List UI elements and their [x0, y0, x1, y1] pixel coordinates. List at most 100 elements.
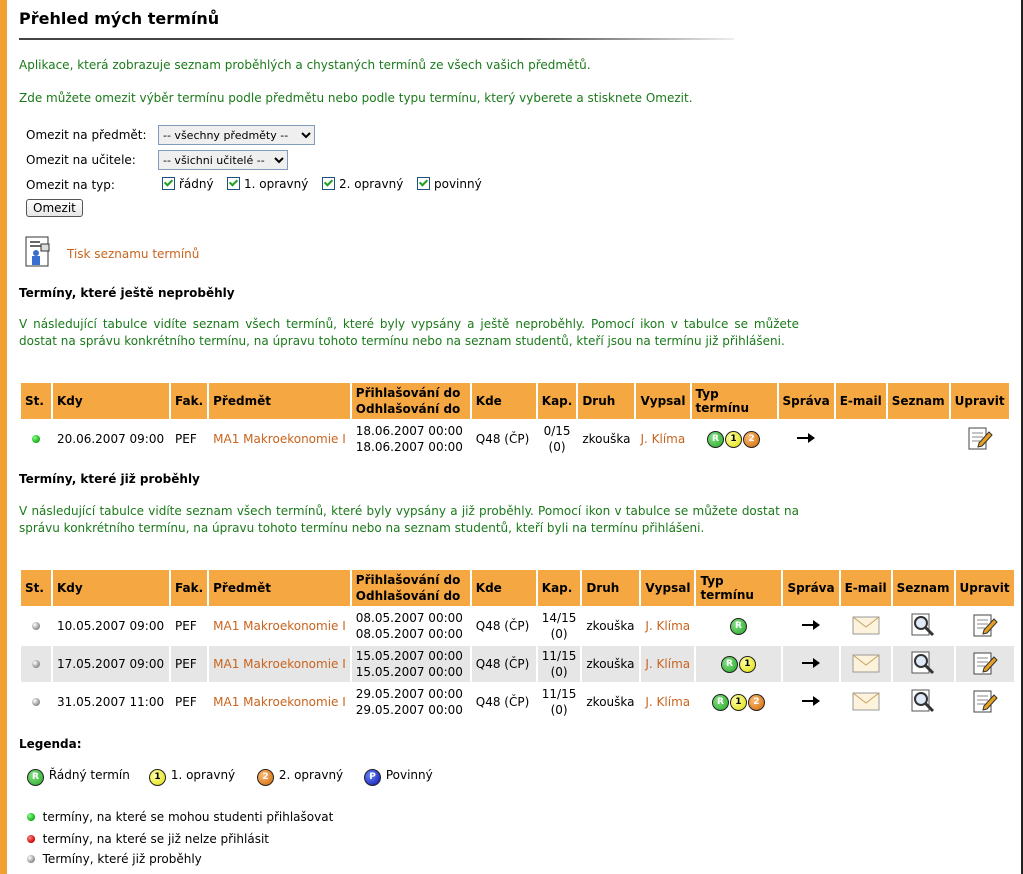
cell-edit — [951, 421, 1009, 457]
col-where: Kde — [471, 383, 536, 419]
edit-note-icon[interactable] — [972, 650, 998, 676]
checkbox-checked-icon[interactable] — [162, 177, 175, 190]
filter-button[interactable]: Omezit — [26, 199, 83, 217]
magnifier-icon[interactable] — [910, 650, 936, 676]
table-row: 31.05.2007 11:00 PEF MA1 Makroekonomie I… — [21, 684, 1014, 720]
envelope-icon[interactable] — [852, 652, 880, 674]
checkbox-checked-icon[interactable] — [322, 177, 335, 190]
upcoming-description: V následující tabulce vidíte seznam všec… — [19, 317, 799, 348]
intro-text-1: Aplikace, která zobrazuje seznam proběhl… — [19, 58, 591, 72]
intro-text-2: Zde můžete omezit výběr termínu podle př… — [19, 91, 693, 105]
type-second-retake-icon: 2 — [257, 769, 274, 786]
printer-person-icon[interactable] — [25, 236, 52, 268]
grey-dot-icon — [32, 622, 40, 630]
subject-link[interactable]: MA1 Makroekonomie I — [209, 646, 350, 682]
title-divider — [19, 38, 734, 40]
subject-select[interactable]: -- všechny předměty -- — [158, 125, 315, 145]
col-manage: Správa — [783, 570, 839, 606]
subject-link[interactable]: MA1 Makroekonomie I — [209, 421, 350, 457]
red-dot-icon — [27, 835, 35, 843]
type-first-retake-icon: 1 — [149, 769, 166, 786]
author-link[interactable]: J. Klíma — [641, 646, 695, 682]
col-status: St. — [21, 570, 51, 606]
green-dot-icon — [32, 435, 40, 443]
cell-when: 17.05.2007 09:00 — [53, 646, 169, 682]
cell-manage — [783, 608, 838, 644]
col-kind: Druh — [582, 570, 640, 606]
teacher-select[interactable]: -- všichni učitelé -- — [158, 150, 288, 170]
cell-registration: 08.05.2007 00:00 08.05.2007 00:00 — [355, 611, 463, 641]
past-description: V následující tabulce vidíte seznam všec… — [19, 504, 799, 535]
cell-where: Q48 (ČP) — [471, 646, 536, 682]
type-second-retake-icon: 2 — [747, 694, 765, 711]
checkbox-checked-icon[interactable] — [417, 177, 430, 190]
cell-kind: zkouška — [586, 619, 635, 633]
page-title: Přehled mých termínů — [19, 9, 220, 28]
col-type: Typ termínu — [691, 383, 777, 419]
envelope-icon[interactable] — [852, 614, 880, 636]
cell-when: 31.05.2007 11:00 — [57, 695, 165, 709]
author-link[interactable]: J. Klíma — [641, 684, 694, 720]
cell-list — [892, 646, 954, 682]
cell-when: 10.05.2007 09:00 — [57, 619, 165, 633]
envelope-icon[interactable] — [852, 690, 880, 712]
magnifier-icon[interactable] — [910, 688, 936, 714]
type-checkbox-second-retake[interactable]: 2. opravný — [322, 177, 403, 191]
print-list-link[interactable]: Tisk seznamu termínů — [67, 247, 199, 261]
subject-link[interactable]: MA1 Makroekonomie I — [209, 684, 350, 720]
grey-dot-icon — [27, 855, 35, 863]
cell-where: Q48 (ČP) — [475, 432, 530, 446]
col-manage: Správa — [778, 383, 834, 419]
left-accent-bar — [0, 0, 7, 874]
type-second-retake-icon: 2 — [743, 431, 761, 448]
arrow-right-icon[interactable] — [802, 620, 821, 630]
cell-capacity: 11/15 (0) — [537, 646, 581, 682]
type-checkbox-regular[interactable]: řádný — [162, 177, 214, 191]
edit-note-icon[interactable] — [967, 425, 993, 451]
cell-type: R12 — [696, 684, 781, 720]
legend-dot-open: termíny, na které se mohou studenti přih… — [27, 810, 333, 824]
author-link[interactable]: J. Klíma — [636, 421, 689, 457]
type-checkbox-first-retake[interactable]: 1. opravný — [227, 177, 308, 191]
type-regular-icon: R — [729, 618, 747, 635]
cell-manage — [779, 421, 834, 457]
col-author: Vypsal — [636, 383, 690, 419]
author-link[interactable]: J. Klíma — [641, 608, 694, 644]
filter-type-label: Omezit na typ: — [26, 178, 115, 192]
past-heading: Termíny, které již proběhly — [19, 472, 200, 486]
type-checkbox-mandatory[interactable]: povinný — [417, 177, 482, 191]
cell-manage — [783, 684, 838, 720]
col-capacity: Kap. — [537, 570, 581, 606]
cell-where: Q48 (ČP) — [475, 695, 530, 709]
legend-type-mandatory: P Povinný — [364, 768, 433, 786]
col-subject: Předmět — [209, 570, 350, 606]
legend-type-first-retake: 1 1. opravný — [149, 768, 235, 786]
col-faculty: Fak. — [171, 570, 208, 606]
cell-type: R12 — [692, 421, 777, 457]
checkbox-checked-icon[interactable] — [227, 177, 240, 190]
arrow-right-icon[interactable] — [797, 433, 816, 443]
col-list: Seznam — [892, 570, 954, 606]
type-regular-icon: R — [27, 769, 44, 786]
cell-registration: 15.05.2007 00:00 15.05.2007 00:00 — [351, 646, 470, 682]
legend-dot-closed: termíny, na které se již nelze přihlásit — [27, 832, 269, 846]
edit-note-icon[interactable] — [972, 688, 998, 714]
type-regular-icon: R — [720, 656, 738, 673]
upcoming-heading: Termíny, které ještě neproběhly — [19, 286, 235, 300]
magnifier-icon[interactable] — [910, 612, 936, 638]
legend-type-regular: R Řádný termín — [27, 768, 130, 786]
col-capacity: Kap. — [537, 383, 577, 419]
subject-link[interactable]: MA1 Makroekonomie I — [209, 608, 350, 644]
col-subject: Předmět — [209, 383, 350, 419]
cell-kind: zkouška — [582, 432, 631, 446]
col-where: Kde — [471, 570, 536, 606]
cell-email — [840, 646, 891, 682]
edit-note-icon[interactable] — [972, 612, 998, 638]
legend-title: Legenda: — [19, 737, 82, 751]
cell-where: Q48 (ČP) — [475, 619, 530, 633]
arrow-right-icon[interactable] — [802, 696, 821, 706]
col-kind: Druh — [578, 383, 635, 419]
col-edit: Upravit — [955, 570, 1014, 606]
arrow-right-icon[interactable] — [802, 658, 821, 668]
cell-edit — [955, 646, 1014, 682]
